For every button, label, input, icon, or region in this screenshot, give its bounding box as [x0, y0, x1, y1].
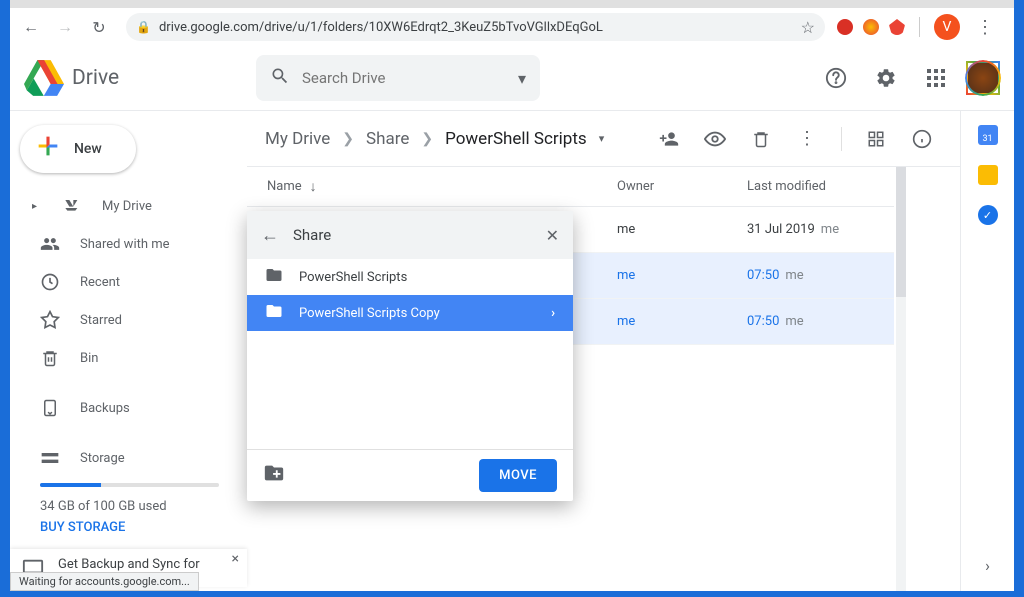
more-actions-button[interactable]: ⋮: [787, 119, 827, 159]
delete-button[interactable]: [741, 119, 781, 159]
chevron-right-icon[interactable]: ›: [985, 556, 990, 575]
details-button[interactable]: [902, 119, 942, 159]
browser-profile-avatar[interactable]: V: [934, 14, 960, 40]
search-icon: [270, 66, 290, 91]
buy-storage-link[interactable]: BUY STORAGE: [40, 520, 247, 535]
sidebar-item-starred[interactable]: Starred: [10, 301, 235, 339]
search-box[interactable]: ▾: [256, 55, 540, 101]
backup-icon: [40, 399, 60, 417]
move-popup-title: Share: [293, 226, 532, 244]
column-header: Name ↓ Owner Last modified: [247, 167, 894, 207]
help-button[interactable]: [816, 58, 856, 98]
url-text: drive.google.com/drive/u/1/folders/10XW6…: [159, 20, 603, 35]
address-bar[interactable]: 🔒 drive.google.com/drive/u/1/folders/10X…: [126, 13, 825, 41]
drive-logo-icon: [24, 58, 64, 98]
sidebar-item-backups[interactable]: Backups: [10, 389, 235, 427]
move-folder-option[interactable]: PowerShell Scripts Copy ›: [247, 295, 573, 331]
chevron-right-icon: ❯: [336, 131, 360, 147]
new-label: New: [74, 141, 102, 157]
plus-icon: [34, 132, 62, 167]
app-name: Drive: [72, 66, 119, 90]
share-button[interactable]: [649, 119, 689, 159]
nav-reload-button[interactable]: ↻: [84, 12, 114, 42]
drive-icon: [62, 196, 82, 216]
keep-icon[interactable]: [978, 165, 998, 185]
sidebar-item-recent[interactable]: Recent: [10, 263, 235, 301]
breadcrumb-current[interactable]: PowerShell Scripts: [445, 129, 587, 149]
extension-icon[interactable]: [837, 19, 853, 35]
col-owner-label[interactable]: Owner: [617, 179, 747, 194]
drive-header: Drive ▾: [10, 46, 1014, 110]
extension-icon[interactable]: [863, 19, 879, 35]
browser-tabstrip: [10, 0, 1014, 8]
lock-icon: 🔒: [136, 20, 151, 34]
chevron-right-icon: ›: [551, 306, 555, 321]
view-toggle-button[interactable]: [856, 119, 896, 159]
col-name-label[interactable]: Name: [267, 179, 302, 194]
chevron-right-icon: ▸: [32, 201, 42, 212]
storage-icon: [40, 448, 60, 468]
content-area: My Drive ❯ Share ❯ PowerShell Scripts ▾ …: [247, 111, 960, 591]
close-icon[interactable]: ✕: [546, 226, 559, 245]
sidebar: New ▸ My Drive Shared with me Recent Sta…: [10, 111, 247, 591]
clock-icon: [40, 272, 60, 292]
sidebar-item-storage[interactable]: Storage: [10, 439, 235, 477]
calendar-icon[interactable]: 31: [978, 125, 998, 145]
preview-button[interactable]: [695, 119, 735, 159]
breadcrumb[interactable]: Share: [366, 129, 409, 149]
apps-button[interactable]: [916, 58, 956, 98]
chevron-right-icon: ❯: [415, 131, 439, 147]
col-modified-label[interactable]: Last modified: [747, 179, 874, 194]
move-folder-option[interactable]: PowerShell Scripts: [247, 259, 573, 295]
sort-arrow-icon[interactable]: ↓: [310, 178, 317, 195]
drive-logo-group[interactable]: Drive: [24, 58, 246, 98]
star-icon[interactable]: ☆: [801, 18, 815, 37]
storage-bar: [40, 483, 219, 487]
browser-status-bar: Waiting for accounts.google.com...: [10, 572, 199, 591]
apps-grid-icon: [927, 69, 945, 87]
browser-toolbar: ← → ↻ 🔒 drive.google.com/drive/u/1/folde…: [10, 8, 1014, 46]
back-button[interactable]: ←: [261, 225, 279, 246]
separator: [841, 127, 842, 151]
side-panel: 31 ›: [960, 111, 1014, 591]
nav-forward-button: →: [50, 12, 80, 42]
move-button[interactable]: MOVE: [479, 459, 557, 492]
trash-icon: [40, 349, 60, 367]
separator: [919, 17, 920, 37]
new-folder-button[interactable]: [263, 462, 285, 489]
search-options-icon[interactable]: ▾: [518, 69, 526, 88]
nav-back-button[interactable]: ←: [16, 12, 46, 42]
sidebar-item-shared[interactable]: Shared with me: [10, 225, 235, 263]
scrollbar[interactable]: [896, 167, 906, 591]
breadcrumb[interactable]: My Drive: [265, 129, 330, 149]
new-button[interactable]: New: [20, 125, 136, 173]
toolbar: My Drive ❯ Share ❯ PowerShell Scripts ▾ …: [247, 111, 960, 167]
people-icon: [40, 234, 60, 254]
folder-icon: [265, 266, 283, 288]
extension-icon[interactable]: [889, 19, 905, 35]
folder-icon: [265, 302, 283, 324]
tasks-icon[interactable]: [978, 205, 998, 225]
account-avatar[interactable]: [966, 61, 1000, 95]
move-popup: ← Share ✕ PowerShell Scripts PowerShell …: [247, 211, 573, 501]
chevron-down-icon[interactable]: ▾: [599, 132, 605, 145]
sidebar-item-my-drive[interactable]: ▸ My Drive: [10, 187, 235, 225]
search-input[interactable]: [302, 69, 506, 87]
settings-button[interactable]: [866, 58, 906, 98]
close-icon[interactable]: ×: [232, 551, 239, 567]
storage-text: 34 GB of 100 GB used: [40, 499, 247, 514]
star-icon: [40, 310, 60, 330]
sidebar-item-bin[interactable]: Bin: [10, 339, 235, 377]
browser-menu-icon[interactable]: ⋮: [970, 17, 1000, 38]
